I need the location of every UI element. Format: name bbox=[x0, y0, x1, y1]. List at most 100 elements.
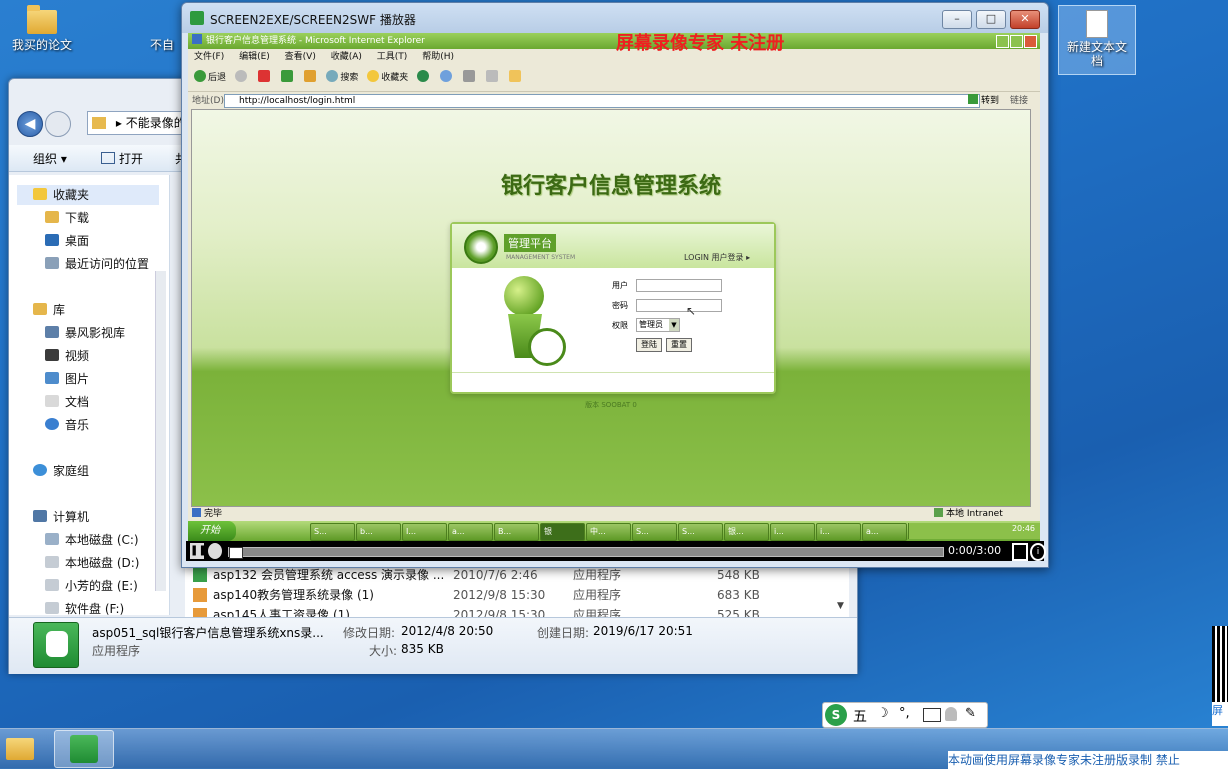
stop-button[interactable] bbox=[208, 543, 222, 559]
xp-task[interactable]: a... bbox=[862, 523, 907, 541]
pause-button[interactable]: ❚❚ bbox=[190, 543, 207, 559]
desktop-icon-cannot[interactable]: 不自 bbox=[140, 6, 184, 53]
xp-task[interactable]: i... bbox=[816, 523, 861, 541]
close-button[interactable]: ✕ bbox=[1010, 10, 1040, 29]
xp-task[interactable]: a... bbox=[448, 523, 493, 541]
ie-stop-button[interactable] bbox=[257, 65, 272, 91]
role-select[interactable]: 管理员 ▼ bbox=[636, 318, 680, 332]
nav-computer[interactable]: 计算机 bbox=[33, 507, 89, 527]
ie-statusbar: 完毕 本地 Intranet bbox=[188, 507, 1040, 521]
address-bar[interactable]: ▸ 不能录像的 bbox=[87, 111, 189, 135]
minimize-button[interactable]: – bbox=[942, 10, 972, 29]
nav-pictures[interactable]: 图片 bbox=[45, 369, 89, 389]
xp-start-button[interactable]: 开始 bbox=[188, 521, 236, 541]
xp-task[interactable]: 中... bbox=[586, 523, 631, 541]
open-button[interactable]: 打开 bbox=[101, 150, 143, 167]
nav-disk-c[interactable]: 本地磁盘 (C:) bbox=[45, 530, 139, 550]
ie-title: 银行客户信息管理系统 - Microsoft Internet Explorer bbox=[206, 36, 425, 46]
menu-file[interactable]: 文件(F) bbox=[194, 52, 224, 62]
xp-task[interactable]: S... bbox=[678, 523, 723, 541]
login-link[interactable]: LOGIN 用户登录 ▸ bbox=[684, 252, 750, 263]
file-row[interactable]: asp132 会员管理系统 access 演示录像 ... 2010/7/6 2… bbox=[185, 565, 849, 585]
file-row[interactable]: asp145人事工资录像 (1) 2012/9/8 15:30 应用程序 525… bbox=[185, 605, 849, 617]
ie-search-button[interactable]: 搜索 bbox=[326, 65, 358, 91]
nav-music[interactable]: 音乐 bbox=[45, 415, 89, 435]
url-input[interactable]: http://localhost/login.html bbox=[224, 94, 980, 108]
ie-maximize-button[interactable] bbox=[1010, 35, 1023, 48]
menu-view[interactable]: 查看(V) bbox=[285, 52, 316, 62]
ie-edit-button[interactable] bbox=[485, 65, 500, 91]
breadcrumb[interactable]: 不能录像的 bbox=[126, 116, 186, 130]
punctuation-icon[interactable]: °, bbox=[899, 706, 910, 721]
maximize-button[interactable]: □ bbox=[976, 10, 1006, 29]
nav-disk-f[interactable]: 软件盘 (F:) bbox=[45, 599, 124, 619]
forward-button[interactable] bbox=[45, 111, 71, 137]
ie-print-button[interactable] bbox=[462, 65, 477, 91]
menu-help[interactable]: 帮助(H) bbox=[422, 52, 454, 62]
ie-refresh-button[interactable] bbox=[280, 65, 295, 91]
ie-favorites-button[interactable]: 收藏夹 bbox=[367, 65, 408, 91]
desktop-icon-papers[interactable]: 我买的论文 bbox=[4, 5, 80, 53]
player-titlebar[interactable]: SCREEN2EXE/SCREEN2SWF 播放器 – □ ✕ bbox=[182, 3, 1048, 33]
xp-task-active[interactable]: 银 bbox=[540, 523, 585, 541]
chevron-down-icon: ▼ bbox=[669, 319, 679, 331]
info-icon[interactable]: i bbox=[1030, 543, 1046, 561]
ie-media-button[interactable] bbox=[417, 65, 431, 91]
progress-track[interactable] bbox=[228, 547, 944, 559]
xp-task[interactable]: b... bbox=[356, 523, 401, 541]
menu-tools[interactable]: 工具(T) bbox=[377, 52, 408, 62]
nav-homegroup[interactable]: 家庭组 bbox=[33, 461, 89, 481]
login-button[interactable]: 登陆 bbox=[636, 338, 662, 352]
nav-favorites[interactable]: 收藏夹 bbox=[17, 185, 159, 205]
nav-disk-e[interactable]: 小芳的盘 (E:) bbox=[45, 576, 138, 596]
xp-task[interactable]: B... bbox=[494, 523, 539, 541]
progress-thumb[interactable] bbox=[229, 547, 243, 559]
nav-disk-d[interactable]: 本地磁盘 (D:) bbox=[45, 553, 139, 573]
fullscreen-icon[interactable] bbox=[1012, 543, 1028, 561]
nav-downloads[interactable]: 下载 bbox=[45, 208, 89, 228]
nav-label: 桌面 bbox=[65, 234, 90, 248]
links-button[interactable]: 链接 bbox=[1010, 92, 1028, 110]
nav-recent[interactable]: 最近访问的位置 bbox=[45, 254, 149, 274]
desktop-icon-new-text[interactable]: 新建文本文档 bbox=[1058, 5, 1136, 75]
reset-button[interactable]: 重置 bbox=[666, 338, 692, 352]
taskbar-explorer-button[interactable] bbox=[2, 733, 38, 765]
go-button[interactable]: 转到 bbox=[968, 92, 999, 110]
ie-mail-button[interactable] bbox=[440, 65, 454, 91]
user-icon[interactable] bbox=[945, 707, 957, 721]
xp-task[interactable]: 银... bbox=[724, 523, 769, 541]
wrench-icon[interactable]: ✎ bbox=[965, 706, 976, 721]
xp-task[interactable]: I... bbox=[402, 523, 447, 541]
nav-documents[interactable]: 文档 bbox=[45, 392, 89, 412]
password-input[interactable] bbox=[636, 299, 722, 312]
xp-task[interactable]: S... bbox=[632, 523, 677, 541]
organize-button[interactable]: 组织 ▾ bbox=[33, 150, 67, 167]
xp-task[interactable]: i... bbox=[770, 523, 815, 541]
xp-task[interactable]: S... bbox=[310, 523, 355, 541]
ie-back-button[interactable]: 后退 bbox=[194, 65, 226, 91]
nav-storm[interactable]: 暴风影视库 bbox=[45, 323, 125, 343]
ie-minimize-button[interactable] bbox=[996, 35, 1009, 48]
recent-places-icon bbox=[45, 257, 59, 269]
list-scroll-down-button[interactable]: ▼ bbox=[837, 601, 844, 611]
back-button[interactable]: ◀ bbox=[17, 111, 43, 137]
menu-favorites[interactable]: 收藏(A) bbox=[331, 52, 362, 62]
keyboard-icon[interactable] bbox=[923, 708, 941, 722]
nav-libraries[interactable]: 库 bbox=[33, 300, 65, 320]
nav-desktop[interactable]: 桌面 bbox=[45, 231, 89, 251]
nav-videos[interactable]: 视频 bbox=[45, 346, 89, 366]
taskbar-player-button[interactable] bbox=[54, 730, 114, 768]
user-input[interactable] bbox=[636, 279, 722, 292]
file-row[interactable]: asp140教务管理系统录像 (1) 2012/9/8 15:30 应用程序 6… bbox=[185, 585, 849, 605]
sogou-logo-icon[interactable]: S bbox=[825, 704, 847, 726]
app-icon bbox=[193, 568, 207, 582]
file-name: asp140教务管理系统录像 (1) bbox=[213, 588, 374, 602]
ime-mode-button[interactable]: 五 bbox=[853, 706, 867, 726]
moon-icon[interactable]: ☽ bbox=[877, 706, 889, 721]
ie-folder-button[interactable] bbox=[508, 65, 523, 91]
ie-close-button[interactable] bbox=[1024, 35, 1037, 48]
ie-forward-button[interactable] bbox=[234, 65, 249, 91]
nav-scrollbar[interactable] bbox=[155, 271, 166, 591]
menu-edit[interactable]: 编辑(E) bbox=[239, 52, 270, 62]
ie-home-button[interactable] bbox=[303, 65, 318, 91]
